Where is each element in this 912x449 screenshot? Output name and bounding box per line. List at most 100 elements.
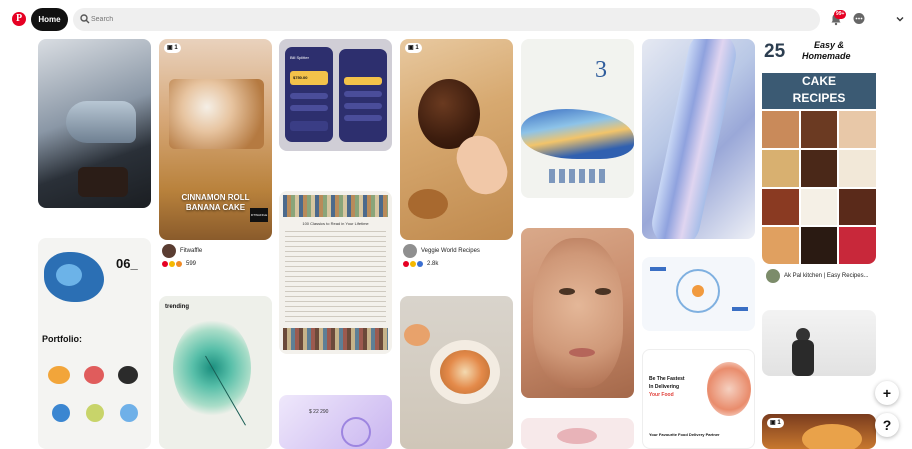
cake-photo-grid bbox=[762, 111, 876, 264]
poster-number: 3 bbox=[595, 57, 607, 83]
peach-tart-pin[interactable] bbox=[400, 296, 513, 449]
book-spines-bottom bbox=[283, 328, 388, 350]
cinnamon-roll-banana-cake-pin[interactable]: ▣ 1 CINNAMON ROLL BANANA CAKE FITWAFFLE bbox=[159, 39, 272, 240]
messages-icon[interactable] bbox=[852, 12, 866, 26]
food-closeup-pin[interactable]: ▣ 1 bbox=[762, 414, 876, 449]
cake-photo bbox=[762, 111, 799, 148]
recipes-line-3: Homemade bbox=[802, 51, 851, 61]
cake-photo bbox=[800, 111, 838, 148]
pink-shape bbox=[557, 428, 597, 444]
motorcycle-tank bbox=[66, 101, 136, 143]
wow-reaction-icon bbox=[176, 261, 182, 267]
classics-title: 100 Classics to Read in Your Lifetime bbox=[302, 221, 369, 226]
portfolio-icon-lime bbox=[86, 404, 104, 422]
reaction-count: 2.8k bbox=[427, 261, 439, 267]
app-row bbox=[290, 105, 328, 111]
cake-photo bbox=[762, 149, 799, 187]
cake-photo bbox=[839, 188, 876, 226]
delivery-footer-text: Your Favourite Food Delivery Partner bbox=[649, 432, 720, 437]
pink-illustration-pin[interactable] bbox=[521, 418, 634, 449]
man-body bbox=[792, 340, 814, 376]
portfolio-title: Portfolio: bbox=[42, 334, 82, 344]
motorcycle-engine bbox=[78, 167, 128, 197]
food-delivery-landing-pin[interactable]: Be The Fastest In Delivering Your Food Y… bbox=[642, 349, 755, 449]
eye-image bbox=[559, 288, 575, 295]
mind-map-label bbox=[650, 267, 666, 271]
recipes-number: 25 bbox=[764, 41, 786, 62]
delivery-hero-image bbox=[707, 362, 751, 416]
portfolio-icon-light-blue bbox=[120, 404, 138, 422]
mind-map-pin[interactable] bbox=[642, 257, 755, 331]
pin-reactions: 599 bbox=[162, 261, 196, 267]
home-button[interactable]: Home bbox=[31, 8, 68, 31]
cake-photo bbox=[839, 111, 876, 148]
wave-graphic bbox=[521, 109, 634, 159]
pin-count-badge: ▣ 1 bbox=[164, 43, 181, 53]
chocolate-dessert-pin[interactable]: ▣ 1 bbox=[400, 39, 513, 240]
dashboard-value: $ 22 290 bbox=[309, 409, 329, 415]
heart-reaction-icon bbox=[162, 261, 168, 267]
portfolio-blob-inner bbox=[56, 264, 82, 286]
food-image bbox=[802, 424, 862, 449]
recipes-line-4: CAKE bbox=[801, 74, 836, 88]
abstract-ribbon bbox=[647, 39, 741, 239]
mind-map-label bbox=[732, 307, 748, 311]
delivery-line-1: Be The Fastest bbox=[649, 376, 685, 382]
app-row bbox=[344, 91, 382, 97]
classics-book-list-pin[interactable]: 100 Classics to Read in Your Lifetime bbox=[279, 191, 392, 354]
pin-author-fitwaffle[interactable]: Fitwaffle bbox=[162, 244, 202, 258]
help-button[interactable]: ? bbox=[875, 413, 899, 437]
portfolio-pin[interactable]: 06_ Portfolio: bbox=[38, 238, 151, 449]
abstract-3d-wave-pin[interactable] bbox=[642, 39, 755, 239]
portrait-pin[interactable] bbox=[521, 228, 634, 398]
smile-reaction-icon bbox=[169, 261, 175, 267]
wave-decoration bbox=[549, 169, 609, 183]
cake-photo bbox=[800, 149, 838, 187]
wave-poster-pin[interactable]: 3 bbox=[521, 39, 634, 198]
app-title: Bill Splitter bbox=[290, 55, 309, 60]
app-row bbox=[344, 103, 382, 109]
dashboard-pie bbox=[341, 417, 371, 447]
pin-count-badge: ▣ 1 bbox=[405, 43, 422, 53]
mind-map-center bbox=[692, 285, 704, 297]
cake-recipes-pin[interactable]: 25 Easy & Homemade CAKE RECIPES bbox=[762, 39, 876, 264]
peach-image bbox=[404, 324, 430, 346]
top-navigation-bar: P Home 99+ bbox=[0, 0, 912, 38]
app-highlight bbox=[344, 77, 382, 85]
phone-mockup-right bbox=[339, 49, 387, 142]
heart-reaction-icon bbox=[403, 261, 409, 267]
author-name: Fitwaffle bbox=[180, 248, 203, 254]
cake-slice-image bbox=[169, 79, 264, 149]
phone-mockup-left: Bill Splitter $750.00 bbox=[285, 47, 333, 142]
chevron-down-icon[interactable] bbox=[893, 12, 907, 26]
man-at-wall-pin[interactable] bbox=[762, 310, 876, 376]
book-list-lines bbox=[285, 231, 386, 325]
dashboard-ui-pin[interactable]: $ 22 290 bbox=[279, 395, 392, 449]
delivery-line-3: Your Food bbox=[649, 392, 674, 398]
motorcycle-pin[interactable] bbox=[38, 39, 151, 208]
recipes-line-2: Easy & bbox=[814, 40, 845, 50]
delivery-line-2: In Delivering bbox=[649, 384, 680, 390]
trending-title: trending bbox=[165, 304, 189, 310]
portfolio-icon-dark bbox=[118, 366, 138, 384]
portfolio-number: 06_ bbox=[116, 256, 138, 271]
cake-photo bbox=[839, 227, 876, 264]
reaction-count: 599 bbox=[186, 261, 197, 267]
pin-count-badge: ▣ 1 bbox=[767, 418, 784, 428]
portfolio-icon-orange bbox=[48, 366, 70, 384]
cake-photo bbox=[762, 188, 799, 226]
fitwaffle-logo: FITWAFFLE bbox=[250, 208, 268, 222]
tart-image bbox=[440, 350, 490, 394]
create-pin-plus-button[interactable]: + bbox=[875, 381, 899, 405]
pinterest-logo-icon[interactable]: P bbox=[12, 12, 26, 26]
search-input[interactable] bbox=[91, 8, 811, 31]
author-name: Veggie World Recipes bbox=[421, 248, 480, 254]
pin-author-ak-pal-kitchen[interactable]: Ak Pal kitchen | Easy Recipes... bbox=[766, 269, 869, 283]
finance-app-ui-pin[interactable]: Bill Splitter $750.00 bbox=[279, 39, 392, 151]
search-bar[interactable] bbox=[73, 8, 820, 31]
trending-infographic-pin[interactable]: trending bbox=[159, 296, 272, 449]
pin-author-veggie-world[interactable]: Veggie World Recipes bbox=[403, 244, 480, 258]
cookie-image bbox=[408, 189, 448, 219]
book-spines-top bbox=[283, 195, 388, 217]
avatar bbox=[403, 244, 417, 258]
